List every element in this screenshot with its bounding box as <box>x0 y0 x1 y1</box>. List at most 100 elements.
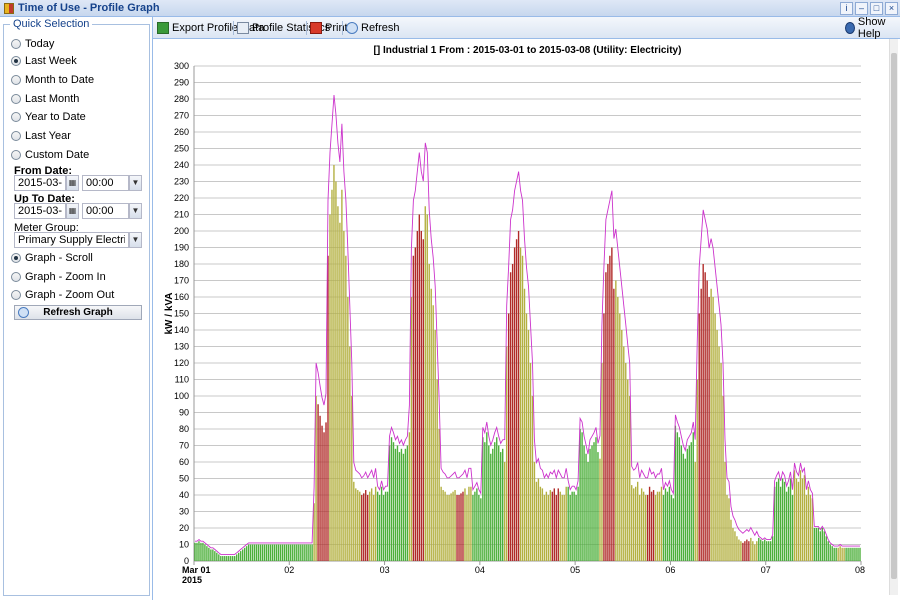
data-bar <box>791 495 794 561</box>
data-bar <box>519 247 522 561</box>
radio-button[interactable] <box>11 290 21 300</box>
radio-button[interactable] <box>11 75 21 85</box>
radio-button[interactable] <box>11 112 21 122</box>
calendar-icon[interactable]: ▦ <box>66 175 79 191</box>
data-bar <box>390 437 393 561</box>
show-help-button[interactable]: Show Help <box>845 16 900 40</box>
y-tick-label: 50 <box>179 474 189 484</box>
radio-button[interactable] <box>11 150 21 160</box>
info-icon[interactable]: i <box>840 2 853 15</box>
data-bar <box>779 486 782 561</box>
data-bar <box>232 556 234 561</box>
scrollbar-thumb[interactable] <box>891 53 897 579</box>
radio-button[interactable] <box>11 272 21 282</box>
data-bar <box>509 272 512 561</box>
meter-group-select[interactable] <box>14 232 129 248</box>
data-bar <box>269 544 272 561</box>
to-date-input[interactable] <box>14 203 66 219</box>
data-bar <box>857 547 859 561</box>
data-bar <box>492 448 494 561</box>
data-bar <box>724 462 726 561</box>
data-bar <box>257 544 260 561</box>
radio-last-year[interactable]: Last Year <box>11 129 71 143</box>
data-bar <box>498 445 500 561</box>
maximize-icon[interactable]: □ <box>870 2 883 15</box>
refresh-graph-button[interactable]: Refresh Graph <box>14 305 142 320</box>
data-bar <box>625 363 627 561</box>
radio-graph-scroll[interactable]: Graph - Scroll <box>11 251 93 265</box>
radio-custom-date[interactable]: Custom Date <box>11 148 89 162</box>
data-bar <box>329 214 331 561</box>
data-bar <box>855 547 857 561</box>
data-bar <box>428 264 430 561</box>
radio-button[interactable] <box>11 253 21 263</box>
radio-year-to-date[interactable]: Year to Date <box>11 110 86 124</box>
data-bar <box>621 330 623 561</box>
profile-chart[interactable]: [] Industrial 1 From : 2015-03-01 to 201… <box>153 39 889 600</box>
close-icon[interactable]: × <box>885 2 898 15</box>
data-bar <box>434 330 436 561</box>
radio-graph-zoom-out[interactable]: Graph - Zoom Out <box>11 288 114 302</box>
radio-button[interactable] <box>11 131 21 141</box>
from-date-input[interactable] <box>14 175 66 191</box>
data-bar <box>416 231 419 561</box>
calendar-icon[interactable]: ▦ <box>66 203 79 219</box>
data-bar <box>688 445 690 561</box>
data-bar <box>650 491 653 561</box>
data-bar <box>642 491 645 561</box>
data-bar <box>370 488 373 561</box>
radio-button[interactable] <box>11 94 21 104</box>
data-bar <box>795 478 798 561</box>
data-bar <box>454 490 456 561</box>
data-bar <box>357 490 359 561</box>
data-bar <box>289 544 291 561</box>
vertical-scrollbar[interactable] <box>889 39 898 595</box>
radio-button[interactable] <box>11 39 21 49</box>
data-bar <box>241 549 244 561</box>
data-bar <box>237 552 240 561</box>
refresh-button[interactable]: Refresh <box>346 20 400 36</box>
data-bar <box>478 495 480 561</box>
data-bar <box>841 547 843 561</box>
data-bar <box>279 544 282 561</box>
data-bar <box>619 313 621 561</box>
data-bar <box>376 491 379 561</box>
to-time-input[interactable] <box>82 203 129 219</box>
data-bar <box>718 346 720 561</box>
y-axis-label: kW / kVA <box>164 292 175 334</box>
data-bar <box>420 231 422 561</box>
data-bar <box>758 537 760 561</box>
chevron-down-icon[interactable]: ▼ <box>129 232 142 248</box>
x-tick-year-label: 2015 <box>182 575 202 585</box>
data-bar <box>750 537 752 561</box>
data-bar <box>365 490 367 561</box>
data-bar <box>682 453 685 561</box>
radio-today[interactable]: Today <box>11 37 54 51</box>
data-bar <box>583 445 585 561</box>
y-tick-label: 210 <box>174 210 189 220</box>
data-bar <box>295 544 297 561</box>
data-bar <box>565 486 567 561</box>
radio-last-week[interactable]: Last Week <box>11 54 77 68</box>
data-bar <box>204 544 206 561</box>
data-bar <box>775 481 778 561</box>
from-time-input[interactable] <box>82 175 129 191</box>
chevron-down-icon[interactable]: ▼ <box>129 175 142 191</box>
data-bar <box>480 498 482 561</box>
data-bar <box>815 528 818 561</box>
data-bar <box>752 541 754 561</box>
data-bar <box>239 551 242 561</box>
data-bar <box>817 528 820 561</box>
data-bar <box>265 544 268 561</box>
data-bar <box>690 442 692 561</box>
data-bar <box>771 536 774 561</box>
radio-last-month[interactable]: Last Month <box>11 92 79 106</box>
radio-button[interactable] <box>11 56 21 66</box>
radio-month-to-date[interactable]: Month to Date <box>11 73 94 87</box>
data-bar <box>206 546 208 561</box>
minimize-icon[interactable]: – <box>855 2 868 15</box>
chevron-down-icon[interactable]: ▼ <box>129 203 142 219</box>
data-bar <box>230 556 232 561</box>
data-bar <box>670 495 673 561</box>
radio-graph-zoom-in[interactable]: Graph - Zoom In <box>11 270 106 284</box>
